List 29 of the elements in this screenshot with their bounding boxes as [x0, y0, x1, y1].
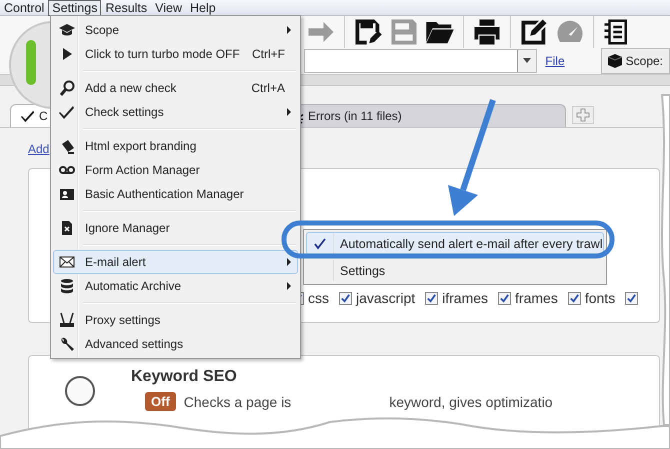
- scope-button[interactable]: Scope:: [600, 48, 670, 74]
- menu-item[interactable]: Click to turn turbo mode OFF Ctrl+F: [53, 42, 298, 66]
- menu-item[interactable]: Add a new check Ctrl+A: [53, 76, 298, 100]
- checkbox-label: javascript: [356, 290, 416, 306]
- menu-item[interactable]: E-mail alert: [53, 250, 298, 274]
- description-text: Checks a page is: [184, 394, 292, 410]
- menu-bar-item[interactable]: View: [151, 0, 186, 16]
- menu-bar-item[interactable]: Settings: [48, 0, 102, 16]
- menu-item[interactable]: Proxy settings: [53, 308, 298, 332]
- checkbox-label: css: [308, 290, 329, 306]
- menu-bar-item[interactable]: Control: [0, 0, 48, 16]
- file-link[interactable]: File: [545, 54, 565, 68]
- checkbox-label: frames: [515, 290, 558, 306]
- description-text: keyword, gives optimizatio: [389, 394, 553, 410]
- menu-item[interactable]: Advanced settings: [53, 332, 298, 356]
- menu-item[interactable]: Html export branding: [53, 134, 298, 158]
- menu-item[interactable]: Automatically send alert e-mail after every trawl: [306, 232, 604, 255]
- menu-item[interactable]: Basic Authentication Manager: [53, 182, 298, 206]
- menu-bar-item[interactable]: Results: [101, 0, 152, 16]
- menu-item[interactable]: Ignore Manager: [53, 216, 298, 240]
- menu-item[interactable]: Automatic Archive: [53, 274, 298, 298]
- add-link[interactable]: Add: [28, 142, 50, 156]
- menu-item[interactable]: Settings: [306, 259, 604, 282]
- menu-bar-item[interactable]: Help: [186, 0, 220, 16]
- off-toggle[interactable]: Off: [145, 392, 176, 411]
- card-title: Keyword SEO: [131, 368, 238, 386]
- checkbox-label: iframes: [442, 290, 488, 306]
- checkbox-label: fonts: [584, 290, 616, 306]
- menu-item[interactable]: Form Action Manager: [53, 158, 298, 182]
